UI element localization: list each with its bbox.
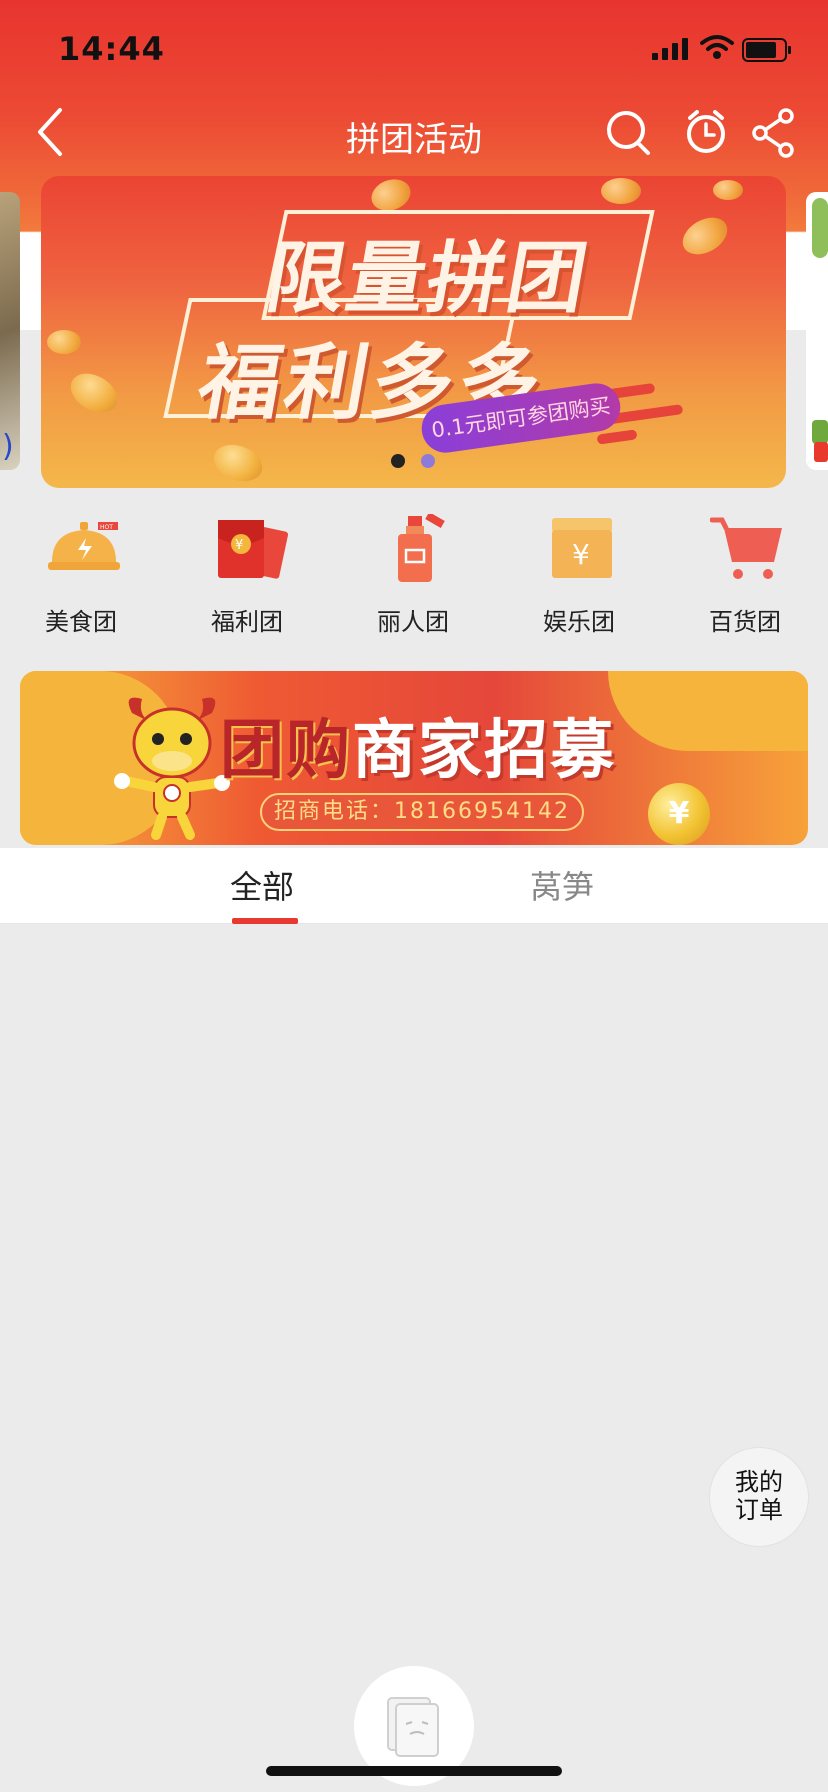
category-entertainment[interactable]: ¥ 娱乐团 (504, 506, 654, 636)
merchant-phone[interactable]: 招商电话：18166954142 (260, 793, 584, 831)
category-label: 娱乐团 (543, 608, 615, 636)
banner-headline-1: 限量拼团 (259, 234, 596, 324)
my-order-line1: 我的 (735, 1468, 783, 1496)
category-label: 福利团 (211, 608, 283, 636)
signal-icon (652, 38, 688, 60)
carousel-next-slide[interactable] (806, 192, 828, 470)
my-order-line2: 订单 (735, 1496, 783, 1524)
alarm-clock-icon[interactable] (682, 106, 730, 158)
carousel-dot[interactable] (421, 454, 435, 468)
merchant-title: 团购商家招募 (220, 699, 616, 791)
home-indicator[interactable] (266, 1766, 562, 1776)
shopping-cart-icon (710, 517, 782, 579)
category-row: HOT 美食团 ¥ 福利团 丽人团 ¥ 娱乐团 百货团 (0, 506, 828, 636)
cosmetics-bottle-icon (398, 514, 445, 582)
merchant-recruit-banner[interactable]: 团购商家招募 招商电话：18166954142 ¥ (20, 671, 808, 845)
yuan-coin-icon: ¥ (648, 783, 710, 845)
screen: 14:44 拼团活动) 限量拼团 福利多多 0.1元即可参团购买 HOT 美食… (0, 0, 828, 1792)
category-label: 百货团 (709, 608, 781, 636)
red-envelope-icon: ¥ (218, 520, 288, 579)
category-label: 丽人团 (377, 608, 449, 636)
tab-bar: 全部 莴笋 (0, 848, 828, 924)
status-time: 14:44 (58, 30, 165, 68)
my-order-button[interactable]: 我的 订单 (709, 1447, 809, 1547)
carousel-prev-slide[interactable]: ) (0, 192, 20, 470)
svg-text:¥: ¥ (572, 538, 590, 571)
food-bell-icon: HOT (48, 522, 120, 570)
category-label: 美食团 (45, 608, 117, 636)
status-bar: 14:44 (0, 0, 828, 90)
carousel-dot-active[interactable] (391, 454, 405, 468)
search-icon[interactable] (604, 106, 652, 158)
svg-text:HOT: HOT (100, 524, 113, 531)
promo-banner[interactable]: 限量拼团 福利多多 0.1元即可参团购买 (41, 176, 786, 488)
category-beauty[interactable]: 丽人团 (338, 506, 488, 636)
empty-box-icon (387, 1697, 439, 1757)
category-goods[interactable]: 百货团 (670, 506, 820, 636)
svg-text:¥: ¥ (235, 538, 243, 553)
wifi-icon (700, 35, 734, 59)
share-icon[interactable] (750, 106, 798, 158)
nav-bar: 拼团活动 (0, 92, 828, 172)
active-tab-indicator (232, 918, 298, 924)
bull-mascot-icon (114, 697, 230, 840)
merchant-title-a: 团购 (220, 714, 352, 788)
tab-lettuce[interactable]: 莴笋 (530, 862, 594, 908)
category-welfare[interactable]: ¥ 福利团 (172, 506, 322, 636)
battery-icon (742, 38, 791, 62)
tab-all[interactable]: 全部 (230, 862, 294, 908)
yuan-box-icon: ¥ (552, 518, 612, 578)
merchant-title-b: 商家招募 (352, 714, 616, 788)
category-food[interactable]: HOT 美食团 (6, 506, 156, 636)
